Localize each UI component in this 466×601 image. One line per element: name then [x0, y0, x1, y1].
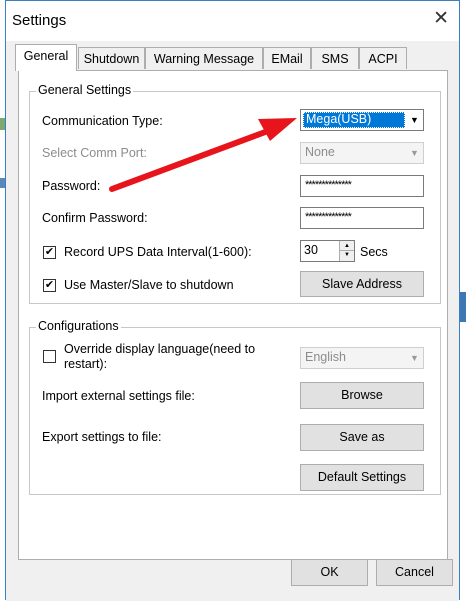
tab-general[interactable]: General: [15, 44, 77, 71]
annotation-arrow-icon: [109, 118, 297, 192]
settings-dialog: Settings ✕ General Shutdown Warning Mess…: [5, 0, 460, 601]
tab-label: General: [23, 49, 69, 63]
